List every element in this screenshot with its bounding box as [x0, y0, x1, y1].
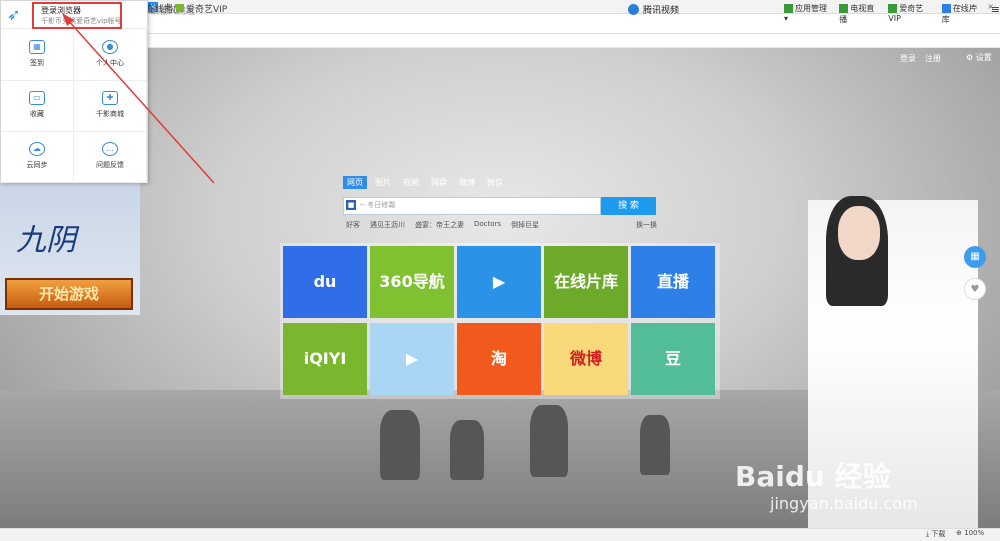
zoom-control[interactable]: ⊕ 100%: [956, 529, 984, 537]
search-tabs: 网页 图片 视频 网盘 微博 微信: [343, 176, 507, 189]
watermark-url: jingyan.baidu.com: [770, 494, 918, 513]
hot-word[interactable]: 盛宴：帝王之妻: [415, 220, 464, 230]
menu-icon[interactable]: ≡: [991, 3, 1000, 25]
favorite-button[interactable]: ♥: [964, 278, 986, 300]
tab-video[interactable]: 视频: [399, 176, 423, 189]
hot-word[interactable]: 遇见王沥川: [370, 220, 405, 230]
background-rider: [640, 415, 670, 475]
tile-baidu[interactable]: du: [283, 246, 367, 318]
arrow-line: [65, 17, 215, 184]
tile-live[interactable]: 直播: [631, 246, 715, 318]
watermark-logo: Baidu 经验: [735, 460, 891, 493]
tile-video-player[interactable]: ▶: [370, 323, 454, 395]
tv-live-button[interactable]: 电视直播: [839, 3, 880, 25]
toolbar-right: 应用管理 ▾ 电视直播 爱奇艺VIP 在线片库 ≡: [784, 3, 1000, 25]
quick-links-grid: du 360导航 ▶ 在线片库 直播 iQIYI ▶ 淘 微博 豆: [280, 243, 720, 399]
download-button[interactable]: ⤓ 下载: [926, 529, 945, 539]
tile-douban[interactable]: 豆: [631, 323, 715, 395]
online-library-button[interactable]: 在线片库: [941, 3, 983, 25]
tile-taobao[interactable]: 淘: [457, 323, 541, 395]
hot-word[interactable]: 好客: [346, 220, 360, 230]
game-logo: 九阴: [16, 223, 76, 258]
start-game-button[interactable]: 开始游戏: [5, 278, 133, 310]
search-placeholder: -- 冬日修霜: [360, 201, 396, 209]
iqiyi-icon: [888, 4, 898, 13]
grid-toggle-button[interactable]: ▦: [964, 246, 986, 268]
iqiyi-vip-button[interactable]: 爱奇艺VIP: [888, 3, 933, 25]
status-bar: [0, 528, 1000, 541]
grid-icon: [784, 4, 793, 13]
tab-web[interactable]: 网页: [343, 176, 367, 189]
download-icon: ⤓: [926, 530, 930, 538]
gear-icon: ⚙: [966, 53, 974, 62]
settings-button[interactable]: ⚙ 设置: [966, 52, 992, 63]
tv-icon: [839, 4, 849, 13]
model-face: [838, 206, 880, 260]
tab-weibo[interactable]: 微博: [455, 176, 479, 189]
background-rider: [380, 410, 420, 480]
search-engine-icon: ■: [346, 200, 356, 210]
login-link[interactable]: 登录: [900, 53, 916, 64]
hot-word[interactable]: Doctors: [474, 220, 501, 230]
search-button[interactable]: 搜 索: [601, 197, 656, 215]
tile-online-library[interactable]: 在线片库: [544, 246, 628, 318]
zoom-icon: ⊕: [956, 529, 962, 537]
register-link[interactable]: 注册: [925, 53, 941, 64]
tab-cloud[interactable]: 网盘: [427, 176, 451, 189]
app-manager-button[interactable]: 应用管理 ▾: [784, 3, 831, 25]
engine-icon: [628, 4, 639, 15]
search-engine-selector[interactable]: 腾讯视频: [628, 3, 679, 16]
hot-word[interactable]: 倒掉巨星: [511, 220, 539, 230]
background-rider: [450, 420, 484, 480]
hot-words: 好客 遇见王沥川 盛宴：帝王之妻 Doctors 倒掉巨星: [346, 220, 539, 230]
tile-360[interactable]: 360导航: [370, 246, 454, 318]
tile-weibo[interactable]: 微博: [544, 323, 628, 395]
library-icon: [941, 4, 951, 13]
tab-weixin[interactable]: 微信: [483, 176, 507, 189]
tab-images[interactable]: 图片: [371, 176, 395, 189]
tile-tencent-video[interactable]: ▶: [457, 246, 541, 318]
engine-name: 腾讯视频: [643, 6, 680, 16]
refresh-hot-button[interactable]: 换一换: [636, 220, 657, 230]
background-rider: [530, 405, 568, 477]
tile-iqiyi[interactable]: iQIYI: [283, 323, 367, 395]
annotation-arrow: [62, 13, 215, 184]
